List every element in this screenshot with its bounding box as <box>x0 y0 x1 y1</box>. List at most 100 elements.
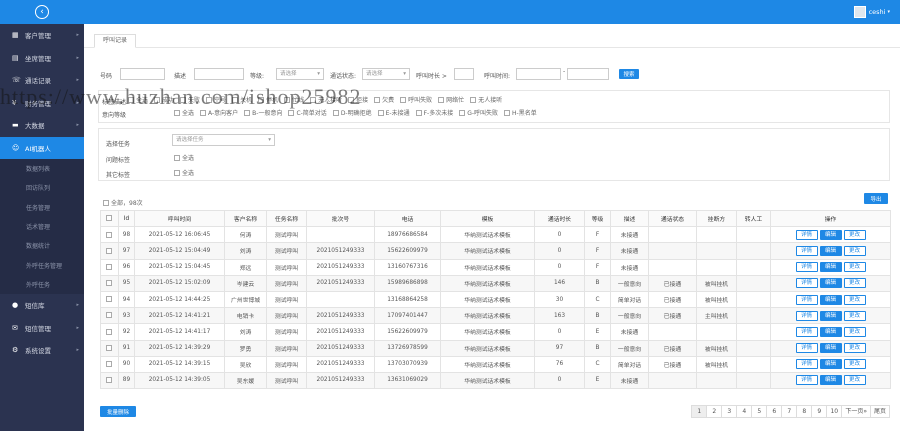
edit-button[interactable]: 编辑 <box>819 326 842 337</box>
change-button[interactable]: 更改 <box>843 229 866 240</box>
edit-button[interactable]: 编辑 <box>819 375 842 386</box>
time-start-input[interactable] <box>516 68 561 80</box>
user-menu[interactable]: ceshi ▾ <box>853 6 890 18</box>
sidebar-subitem[interactable]: 回访队列 <box>0 178 84 198</box>
details-button[interactable]: 详情 <box>795 245 818 256</box>
page-link[interactable]: 7 <box>781 405 798 418</box>
details-button[interactable]: 详情 <box>795 294 818 305</box>
checkbox-option[interactable]: 欠费 <box>374 95 394 104</box>
select-all-total[interactable]: 全部，98次 <box>103 198 143 207</box>
sidebar-item[interactable]: ▦ 客户管理 ▸ <box>0 24 84 47</box>
export-button[interactable]: 导出 <box>864 193 888 204</box>
sidebar-subitem[interactable]: 数据列表 <box>0 159 84 179</box>
checkbox[interactable] <box>105 231 112 238</box>
desc-input[interactable] <box>194 68 244 80</box>
edit-button[interactable]: 编辑 <box>819 229 842 240</box>
level-select[interactable]: 请选择 <box>276 68 324 80</box>
page-link[interactable]: 4 <box>736 405 753 418</box>
details-button[interactable]: 详情 <box>795 229 818 240</box>
checkbox[interactable] <box>332 109 339 116</box>
checkbox-option[interactable]: 网络忙 <box>438 95 464 104</box>
checkbox[interactable] <box>200 109 207 116</box>
change-button[interactable]: 更改 <box>843 262 866 273</box>
checkbox[interactable] <box>103 199 109 206</box>
sidebar-item[interactable]: ☺ AI机器人 <box>0 136 84 159</box>
checkbox[interactable] <box>105 280 112 287</box>
sidebar-item[interactable]: ● 短信库 ▸ <box>0 294 84 317</box>
edit-button[interactable]: 编辑 <box>819 343 842 354</box>
edit-button[interactable]: 编辑 <box>819 245 842 256</box>
search-button[interactable]: 搜索 <box>619 69 639 79</box>
checkbox[interactable] <box>174 154 180 161</box>
checkbox[interactable] <box>288 109 295 116</box>
checkbox-option[interactable]: G-呼叫失败 <box>459 108 498 117</box>
phone-input[interactable] <box>120 68 165 80</box>
checkbox[interactable] <box>504 109 511 116</box>
page-link[interactable]: 3 <box>721 405 738 418</box>
change-button[interactable]: 更改 <box>843 310 866 321</box>
change-button[interactable]: 更改 <box>843 375 866 386</box>
checkbox-option[interactable]: E-未接通 <box>377 108 410 117</box>
page-link[interactable]: 6 <box>766 405 783 418</box>
sidebar-subitem[interactable]: 外呼任务 <box>0 274 84 295</box>
edit-button[interactable]: 编辑 <box>819 294 842 305</box>
change-button[interactable]: 更改 <box>843 343 866 354</box>
sidebar-item[interactable]: ⚙ 系统设置 ▸ <box>0 339 84 362</box>
change-button[interactable]: 更改 <box>843 294 866 305</box>
sidebar-item[interactable]: ▤ 坐席管理 ▸ <box>0 47 84 70</box>
change-button[interactable]: 更改 <box>843 278 866 289</box>
checkbox[interactable] <box>174 169 180 176</box>
time-end-input[interactable] <box>567 68 609 80</box>
checkbox[interactable] <box>105 361 112 368</box>
checkbox[interactable] <box>105 377 112 384</box>
collapse-menu-icon[interactable]: ‹ <box>35 5 49 19</box>
sidebar-subitem[interactable]: 话术管理 <box>0 216 84 237</box>
page-link[interactable]: 5 <box>751 405 768 418</box>
page-link[interactable]: 下一页» <box>841 405 871 418</box>
page-link[interactable]: 尾页 <box>869 405 890 418</box>
sidebar-subitem[interactable]: 任务管理 <box>0 197 84 217</box>
checkbox[interactable] <box>415 109 422 116</box>
checkbox[interactable] <box>105 328 112 335</box>
checkbox[interactable] <box>105 263 112 270</box>
checkbox[interactable] <box>438 96 445 103</box>
status-select[interactable]: 请选择 <box>362 68 410 80</box>
checkbox-option[interactable]: 呼叫失败 <box>400 95 432 104</box>
details-button[interactable]: 详情 <box>795 326 818 337</box>
details-button[interactable]: 详情 <box>795 262 818 273</box>
page-link[interactable]: 8 <box>796 405 813 418</box>
checkbox-option[interactable]: 无人接听 <box>470 95 502 104</box>
checkbox-option[interactable]: F-多次未接 <box>415 108 453 117</box>
page-link[interactable]: 1 <box>691 405 708 418</box>
change-button[interactable]: 更改 <box>843 359 866 370</box>
checkbox[interactable] <box>374 96 381 103</box>
checkbox[interactable] <box>105 344 112 351</box>
sidebar-item[interactable]: ▬ 大数据 ▸ <box>0 114 84 137</box>
other-tag-all[interactable]: 全选 <box>174 168 194 177</box>
checkbox[interactable] <box>105 296 112 303</box>
edit-button[interactable]: 编辑 <box>819 310 842 321</box>
sidebar-subitem[interactable]: 外呼任务管理 <box>0 255 84 275</box>
batch-delete-button[interactable]: 批量删除 <box>100 406 136 417</box>
checkbox[interactable] <box>400 96 407 103</box>
page-link[interactable]: 10 <box>826 405 843 418</box>
details-button[interactable]: 详情 <box>795 343 818 354</box>
checkbox[interactable] <box>105 215 112 222</box>
details-button[interactable]: 详情 <box>795 278 818 289</box>
details-button[interactable]: 详情 <box>795 359 818 370</box>
task-select[interactable]: 请选择任务 <box>172 134 275 146</box>
checkbox[interactable] <box>105 312 112 319</box>
page-link[interactable]: 9 <box>811 405 828 418</box>
tab-call-records[interactable]: 呼叫记录 <box>94 34 137 48</box>
change-button[interactable]: 更改 <box>843 245 866 256</box>
edit-button[interactable]: 编辑 <box>819 262 842 273</box>
edit-button[interactable]: 编辑 <box>819 278 842 289</box>
sidebar-item[interactable]: ✉ 短信管理 ▸ <box>0 317 84 340</box>
edit-button[interactable]: 编辑 <box>819 359 842 370</box>
change-button[interactable]: 更改 <box>843 326 866 337</box>
checkbox[interactable] <box>377 109 384 116</box>
sidebar-subitem[interactable]: 数据统计 <box>0 236 84 256</box>
duration-input[interactable] <box>454 68 474 80</box>
checkbox[interactable] <box>459 109 466 116</box>
details-button[interactable]: 详情 <box>795 310 818 321</box>
